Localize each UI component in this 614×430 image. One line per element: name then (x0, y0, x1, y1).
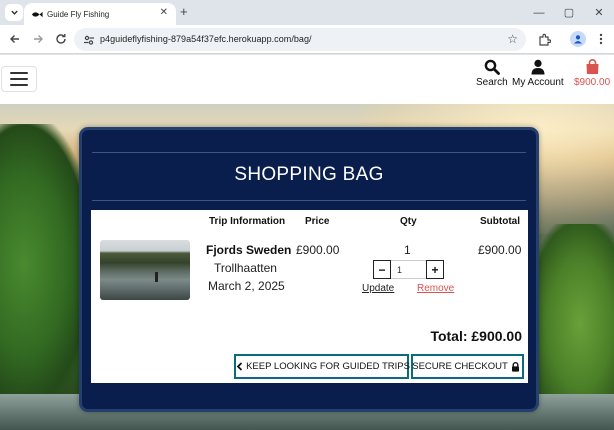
arrow-right-icon (34, 35, 43, 43)
trip-date: March 2, 2025 (208, 279, 285, 293)
item-qty: 1 (404, 243, 411, 257)
puzzle-icon (538, 33, 551, 46)
window-controls: — ▢ ✕ (524, 0, 614, 25)
column-header-subtotal: Subtotal (480, 216, 520, 227)
secure-checkout-button[interactable]: SECURE CHECKOUT (411, 354, 524, 379)
extensions-button[interactable] (536, 31, 552, 47)
column-header-qty: Qty (400, 216, 417, 227)
bag-total: Total: £900.00 (430, 328, 522, 344)
profile-icon (574, 35, 582, 44)
decrement-qty-button[interactable]: − (373, 260, 391, 279)
new-tab-button[interactable]: + (180, 4, 188, 20)
quantity-input[interactable]: 1 (391, 260, 426, 279)
lock-icon (511, 361, 520, 372)
page-title: SHOPPING BAG (234, 164, 384, 185)
site-header: Search My Account $900.00 (0, 55, 614, 104)
trip-location: Trollhaatten (214, 261, 277, 275)
back-button[interactable] (7, 31, 23, 47)
fish-icon (31, 11, 43, 17)
browser-menu-button[interactable] (593, 31, 609, 47)
maximize-button[interactable]: ▢ (554, 0, 584, 25)
bag-table: Trip Information Price Qty Subtotal Fjor… (91, 210, 528, 383)
tab-search-button[interactable] (5, 4, 23, 21)
browser-tab-strip: Guide Fly Fishing ✕ + — ▢ ✕ (0, 0, 614, 25)
minimize-button[interactable]: — (524, 0, 554, 25)
trip-name: Fjords Sweden (206, 243, 292, 257)
bookmark-star-icon[interactable]: ☆ (507, 32, 518, 46)
profile-avatar-button[interactable] (570, 31, 586, 47)
increment-qty-button[interactable]: + (426, 260, 444, 279)
shopping-bag-panel: SHOPPING BAG Trip Information Price Qty … (79, 127, 539, 412)
nav-search[interactable]: Search (476, 59, 508, 88)
quantity-stepper: − 1 + (373, 260, 444, 279)
update-link[interactable]: Update (362, 283, 394, 294)
column-header-price: Price (305, 216, 330, 227)
nav-search-label: Search (476, 77, 508, 88)
search-icon (484, 59, 500, 75)
browser-tab[interactable]: Guide Fly Fishing ✕ (24, 3, 176, 25)
reload-button[interactable] (53, 31, 69, 47)
url-text: p4guideflyfishing-879a54f37efc.herokuapp… (100, 34, 312, 44)
bag-total-amount: $900.00 (574, 77, 611, 88)
nav-my-account[interactable]: My Account (512, 59, 564, 88)
remove-link[interactable]: Remove (417, 283, 454, 294)
item-subtotal: £900.00 (478, 243, 522, 257)
arrow-left-icon (10, 35, 19, 43)
divider (92, 152, 526, 153)
trip-thumbnail (100, 240, 190, 300)
hamburger-icon[interactable] (1, 66, 37, 92)
nav-account-label: My Account (512, 77, 564, 88)
secure-checkout-label: SECURE CHECKOUT (412, 361, 508, 372)
shopping-bag-icon (586, 59, 599, 74)
more-vert-icon (599, 33, 603, 45)
close-window-button[interactable]: ✕ (584, 0, 614, 25)
column-header-trip-info: Trip Information (209, 216, 286, 227)
tab-title: Guide Fly Fishing (47, 9, 110, 19)
nav-bag[interactable]: $900.00 (574, 59, 610, 88)
address-bar[interactable]: p4guideflyfishing-879a54f37efc.herokuapp… (74, 28, 526, 51)
browser-toolbar: p4guideflyfishing-879a54f37efc.herokuapp… (0, 25, 614, 54)
item-price: £900.00 (296, 243, 340, 257)
keep-looking-label: KEEP LOOKING FOR GUIDED TRIPS (246, 361, 410, 372)
user-icon (531, 59, 545, 75)
chevron-down-icon (10, 10, 18, 15)
keep-looking-button[interactable]: KEEP LOOKING FOR GUIDED TRIPS (234, 354, 410, 379)
reload-icon (56, 34, 66, 44)
site-info-icon[interactable] (82, 33, 95, 46)
forward-button[interactable] (30, 31, 46, 47)
tab-close-button[interactable]: ✕ (160, 7, 168, 18)
divider (92, 200, 526, 201)
chevron-left-icon (236, 362, 243, 371)
